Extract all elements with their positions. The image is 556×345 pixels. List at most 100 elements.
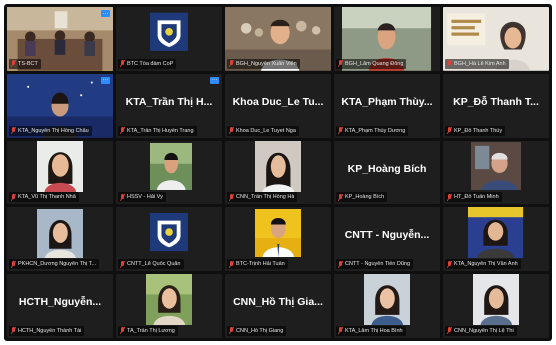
participant-name-card: KP_Hoàng Bích [347,162,427,175]
participant-video [36,208,84,259]
participant-video [149,143,193,191]
participant-name-card: Khoa Duc_Le Tu... [232,95,324,108]
participant-name-label: CNTT - Nguyễn Tiến Dũng [336,259,414,270]
participant-name-label: KTA_Lâm Thị Hoa Bình [336,325,406,336]
participant-tile[interactable]: PKHCN_Dương Nguyễn Thị T... [7,207,113,272]
participant-tile[interactable]: HSSV - Hải Vy [116,140,222,205]
participant-tile[interactable]: KTA_Lâm Thị Hoa Bình [334,274,440,338]
participant-name-card: CNTT - Nguyễn... [344,229,430,242]
participant-name-label: KTA_Nguyễn Thị Hồng Châu [9,125,92,136]
participant-name-label: BGH_Nguyễn Xuân Viên [227,58,300,69]
participant-name-label: TS-BCT [9,58,41,69]
participant-video [468,207,524,259]
muted-mic-icon [11,127,16,135]
participant-name-label: BTC Tòa đàm CoP [118,58,177,69]
muted-mic-icon [229,260,234,268]
muted-mic-icon [120,193,125,201]
muted-mic-icon [338,327,343,335]
participant-video [363,274,411,326]
participant-name-label: BTC-Trịnh Hải Tuấn [227,259,288,270]
participant-name-label: PKHCN_Dương Nguyễn Thị T... [9,259,100,270]
participant-tile[interactable]: TA_Trần Thị Lương [116,274,222,338]
muted-mic-icon [120,260,125,268]
participant-video [254,208,302,258]
muted-mic-icon [447,60,452,68]
muted-mic-icon [447,193,452,201]
muted-mic-icon [11,327,16,335]
participant-name-card: HCTH_Nguyễn... [18,296,102,309]
participant-name-label: HCTH_Nguyễn Thành Tài [9,325,85,336]
university-logo [149,12,189,52]
participant-tile[interactable]: HCTH_Nguyễn... HCTH_Nguyễn Thành Tài [7,274,113,338]
participant-video [470,141,522,191]
muted-mic-icon [120,327,125,335]
participant-name-label: KTA_Phạm Thùy Dương [336,125,409,136]
participant-tile[interactable]: CNN_Hồ Thị Gia... CNN_Hồ Thị Giang [225,274,331,338]
muted-mic-icon [338,127,343,135]
participant-name-label: Khoa Duc_Le Tuyet Nga [227,125,299,136]
participant-name-label: CNTT_Lê Quốc Quân [118,259,184,270]
participant-tile[interactable]: BGH_Lâm Quang Đông [334,7,440,71]
muted-mic-icon [229,127,234,135]
muted-mic-icon [120,60,125,68]
participant-tile[interactable]: BGH_Nguyễn Xuân Viên [225,7,331,71]
participant-tile[interactable]: CNN_Trần Thị Hồng Hà [225,140,331,205]
participant-tile[interactable]: ··· KTA_Trần Thị H... KTA_Trần Thị Huyền… [116,73,222,138]
muted-mic-icon [338,60,343,68]
participant-name-label: BGH_Hà Lê Kim Anh [445,58,509,69]
muted-mic-icon [11,193,16,201]
participant-name-card: KP_Đỗ Thanh T... [453,95,539,108]
participant-name-label: KP_Đỗ Thanh Thủy [445,125,506,136]
participant-tile[interactable]: KTA_Phạm Thùy... KTA_Phạm Thùy Dương [334,73,440,138]
participant-tile[interactable]: BTC Tòa đàm CoP [116,7,222,71]
participant-tile[interactable]: CNTT_Lê Quốc Quân [116,207,222,272]
muted-mic-icon [447,327,452,335]
participant-tile[interactable]: BTC-Trịnh Hải Tuấn [225,207,331,272]
participant-name-label: HT_Đỗ Tuấn Minh [445,192,502,203]
participant-gallery: ··· TS-BCT BTC Tòa đàm CoP BGH_Nguyễn Xu… [7,7,549,338]
muted-mic-icon [447,260,452,268]
more-options-button[interactable]: ··· [101,10,110,17]
participant-video [254,140,302,192]
participant-video [145,274,193,326]
participant-name-label: CNN_Trần Thị Hồng Hà [227,192,298,203]
participant-tile[interactable]: BGH_Hà Lê Kim Anh [443,7,549,71]
participant-video [36,140,84,192]
zoom-gallery-window: ··· TS-BCT BTC Tòa đàm CoP BGH_Nguyễn Xu… [4,4,552,341]
muted-mic-icon [229,193,234,201]
participant-tile[interactable]: HT_Đỗ Tuấn Minh [443,140,549,205]
participant-name-card: KTA_Phạm Thùy... [341,95,433,108]
muted-mic-icon [11,60,16,68]
participant-name-label: CNN_Nguyễn Thị Lệ Thi [445,325,517,336]
participant-video [472,274,520,326]
muted-mic-icon [229,60,234,68]
participant-tile[interactable]: KP_Đỗ Thanh T... KP_Đỗ Thanh Thủy [443,73,549,138]
muted-mic-icon [229,327,234,335]
participant-name-label: TA_Trần Thị Lương [118,325,178,336]
participant-name-label: KTA_Trần Thị Huyền Trang [118,125,197,136]
more-options-button[interactable]: ··· [210,76,219,84]
participant-name-card: CNN_Hồ Thị Gia... [233,296,323,309]
participant-name-label: KTA_Vũ Thị Thanh Nhã [9,192,79,203]
muted-mic-icon [338,260,343,268]
participant-name-label: CNN_Hồ Thị Giang [227,325,287,336]
participant-name-label: HSSV - Hải Vy [118,192,166,203]
muted-mic-icon [120,127,125,135]
muted-mic-icon [447,127,452,135]
university-logo [149,211,189,253]
participant-tile[interactable]: KTA_Vũ Thị Thanh Nhã [7,140,113,205]
muted-mic-icon [338,193,343,201]
participant-tile[interactable]: CNN_Nguyễn Thị Lệ Thi [443,274,549,338]
participant-name-label: KP_Hoàng Bích [336,192,388,203]
participant-name-label: BGH_Lâm Quang Đông [336,58,407,69]
participant-name-label: KTA_Nguyễn Thị Vân Anh [445,259,521,270]
participant-name-card: KTA_Trần Thị H... [125,95,213,108]
participant-tile[interactable]: ··· KTA_Nguyễn Thị Hồng Châu [7,73,113,138]
participant-tile[interactable]: ··· TS-BCT [7,7,113,71]
participant-tile[interactable]: Khoa Duc_Le Tu... Khoa Duc_Le Tuyet Nga [225,73,331,138]
muted-mic-icon [11,260,16,268]
participant-tile[interactable]: KTA_Nguyễn Thị Vân Anh [443,207,549,272]
more-options-button[interactable]: ··· [101,76,110,84]
participant-tile[interactable]: CNTT - Nguyễn... CNTT - Nguyễn Tiến Dũng [334,207,440,272]
participant-tile[interactable]: KP_Hoàng Bích KP_Hoàng Bích [334,140,440,205]
